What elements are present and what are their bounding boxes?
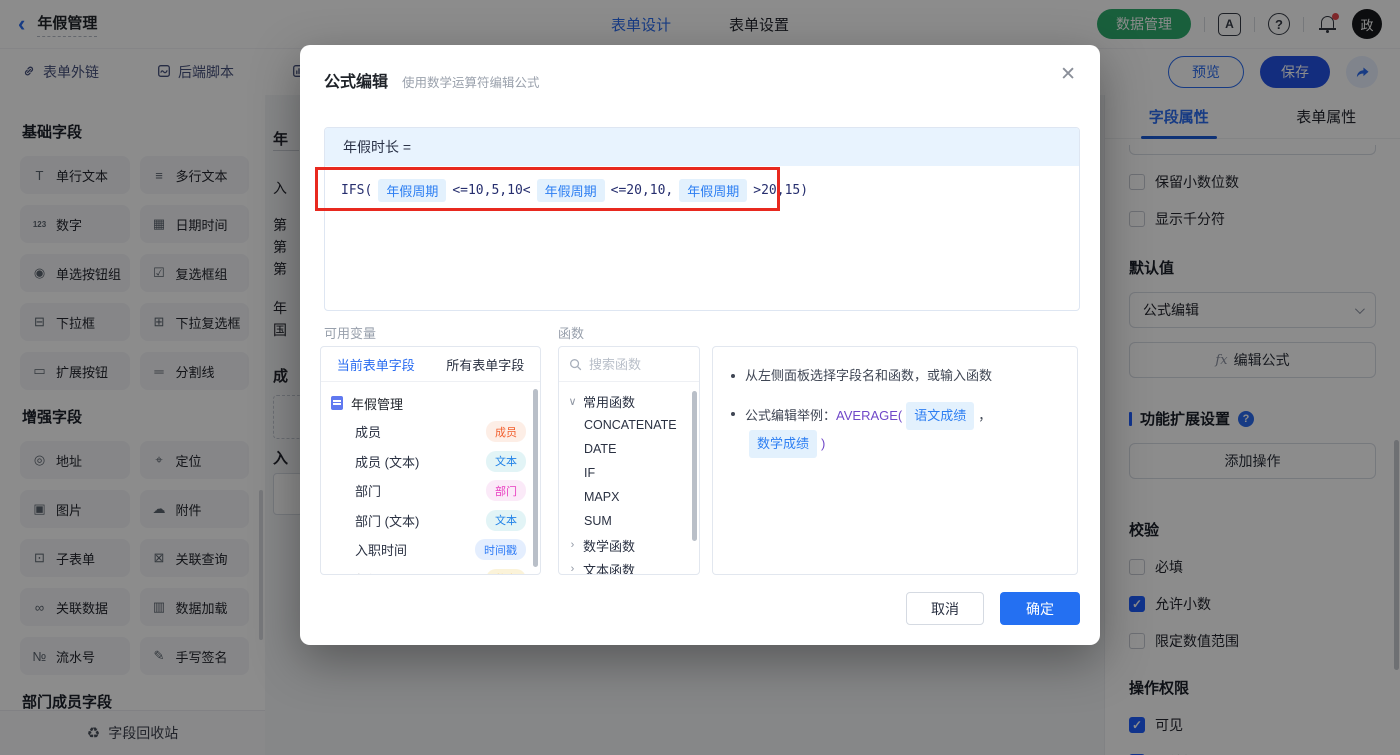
- variable-field-部门[interactable]: 部门 部门: [331, 476, 536, 506]
- variable-field-部门 (文本)[interactable]: 部门 (文本) 文本: [331, 506, 536, 536]
- cancel-button[interactable]: 取消: [906, 592, 984, 625]
- variables-form-root[interactable]: 年假管理: [331, 389, 536, 417]
- functions-label: 函数: [558, 326, 585, 341]
- functions-panel: ∨ 常用函数 CONCATENATEDATEIFMAPXSUM › 数学函数 › 文本函数: [558, 346, 700, 575]
- variable-field-年假周期[interactable]: 年假周期 数字: [331, 565, 536, 574]
- formula-field-token[interactable]: 年假周期: [536, 179, 605, 202]
- modal-title: 公式编辑: [324, 74, 389, 91]
- bullet-dot: [731, 412, 735, 416]
- variables-panel: 当前表单字段 所有表单字段 年假管理 成员 成员 成员 (文本) 文本 部门 部门 部门 (文本…: [320, 346, 541, 575]
- formula-tips-panel: 从左侧面板选择字段名和函数，或输入函数 公式编辑举例： AVERAGE(语文成绩，…: [712, 346, 1078, 575]
- formula-code: <=10,5,10<: [452, 183, 531, 198]
- function-item-CONCATENATE[interactable]: CONCATENATE: [568, 413, 697, 437]
- function-item-MAPX[interactable]: MAPX: [568, 485, 697, 509]
- search-icon: [570, 358, 582, 370]
- function-item-DATE[interactable]: DATE: [568, 437, 697, 461]
- tip-text: 从左侧面板选择字段名和函数，或输入函数: [745, 368, 993, 383]
- variable-name: 成员: [355, 425, 382, 441]
- function-group-label: 数学函数: [583, 538, 636, 554]
- formula-code: <=20,10,: [610, 183, 674, 198]
- variables-scrollbar[interactable]: [533, 389, 538, 567]
- field-type-badge: 数字: [486, 568, 526, 574]
- function-search-input[interactable]: [589, 356, 679, 372]
- modal-subtitle: 使用数学运算符编辑公式: [402, 76, 540, 90]
- variable-field-成员[interactable]: 成员 成员: [331, 417, 536, 447]
- confirm-button[interactable]: 确定: [1000, 592, 1080, 625]
- variable-name: 年假周期: [355, 570, 407, 574]
- form-file-icon: [331, 396, 343, 410]
- chevron-right-icon: ›: [570, 539, 575, 551]
- variable-name: 部门: [355, 484, 382, 500]
- bullet-dot: [731, 374, 735, 378]
- formula-code: IFS(: [341, 183, 373, 198]
- formula-field-token[interactable]: 年假周期: [679, 179, 748, 202]
- form-name: 年假管理: [351, 396, 404, 412]
- variables-tab-所有表单字段[interactable]: 所有表单字段: [431, 355, 541, 374]
- function-item-SUM[interactable]: SUM: [568, 509, 697, 533]
- formula-code: >20,15): [753, 183, 809, 198]
- variables-tab-当前表单字段[interactable]: 当前表单字段: [321, 355, 431, 374]
- tip-example-field-token: 数学成绩: [749, 430, 818, 458]
- function-group-label: 常用函数: [583, 394, 636, 410]
- variable-field-入职时间[interactable]: 入职时间 时间戳: [331, 535, 536, 565]
- field-type-badge: 文本: [486, 509, 526, 531]
- formula-target: 年假时长 =: [325, 128, 1079, 166]
- function-search[interactable]: [559, 347, 699, 382]
- tip-example-field-token: 语文成绩: [906, 402, 975, 430]
- function-group-label: 文本函数: [583, 562, 636, 575]
- field-type-badge: 成员: [486, 421, 526, 443]
- variables-label: 可用变量: [324, 326, 377, 341]
- formula-field-token[interactable]: 年假周期: [378, 179, 447, 202]
- function-group-数学函数[interactable]: › 数学函数: [568, 533, 697, 557]
- formula-editor-modal: 公式编辑 使用数学运算符编辑公式 ✕ 年假时长 = IFS( 年假周期 <=10,5…: [300, 45, 1100, 645]
- tip-example-label: 公式编辑举例：: [745, 408, 837, 423]
- tip-example-function: AVERAGE(: [836, 408, 903, 423]
- function-item-IF[interactable]: IF: [568, 461, 697, 485]
- field-type-badge: 部门: [486, 480, 526, 502]
- functions-scrollbar[interactable]: [692, 391, 697, 541]
- tip-example: 公式编辑举例： AVERAGE(语文成绩， 数学成绩): [745, 402, 1059, 458]
- tip-example-function-close: ): [821, 436, 826, 451]
- formula-input-area[interactable]: IFS( 年假周期 <=10,5,10< 年假周期 <=20,10, 年假周期 >20,15…: [325, 166, 1079, 215]
- function-group-文本函数[interactable]: › 文本函数: [568, 557, 697, 575]
- variable-field-成员 (文本)[interactable]: 成员 (文本) 文本: [331, 447, 536, 477]
- tip-example-separator: ，: [978, 408, 992, 423]
- variable-name: 入职时间: [355, 543, 408, 559]
- chevron-right-icon: ›: [570, 563, 575, 575]
- formula-editor-box: 年假时长 = IFS( 年假周期 <=10,5,10< 年假周期 <=20,10, 年假周…: [324, 127, 1080, 311]
- field-type-badge: 时间戳: [475, 539, 526, 561]
- field-type-badge: 文本: [486, 450, 526, 472]
- chevron-down-icon: ∨: [568, 395, 577, 408]
- variable-name: 部门 (文本): [355, 513, 420, 529]
- close-icon[interactable]: ✕: [1060, 65, 1076, 84]
- variable-name: 成员 (文本): [355, 454, 420, 470]
- function-group-常用函数[interactable]: ∨ 常用函数: [568, 389, 697, 413]
